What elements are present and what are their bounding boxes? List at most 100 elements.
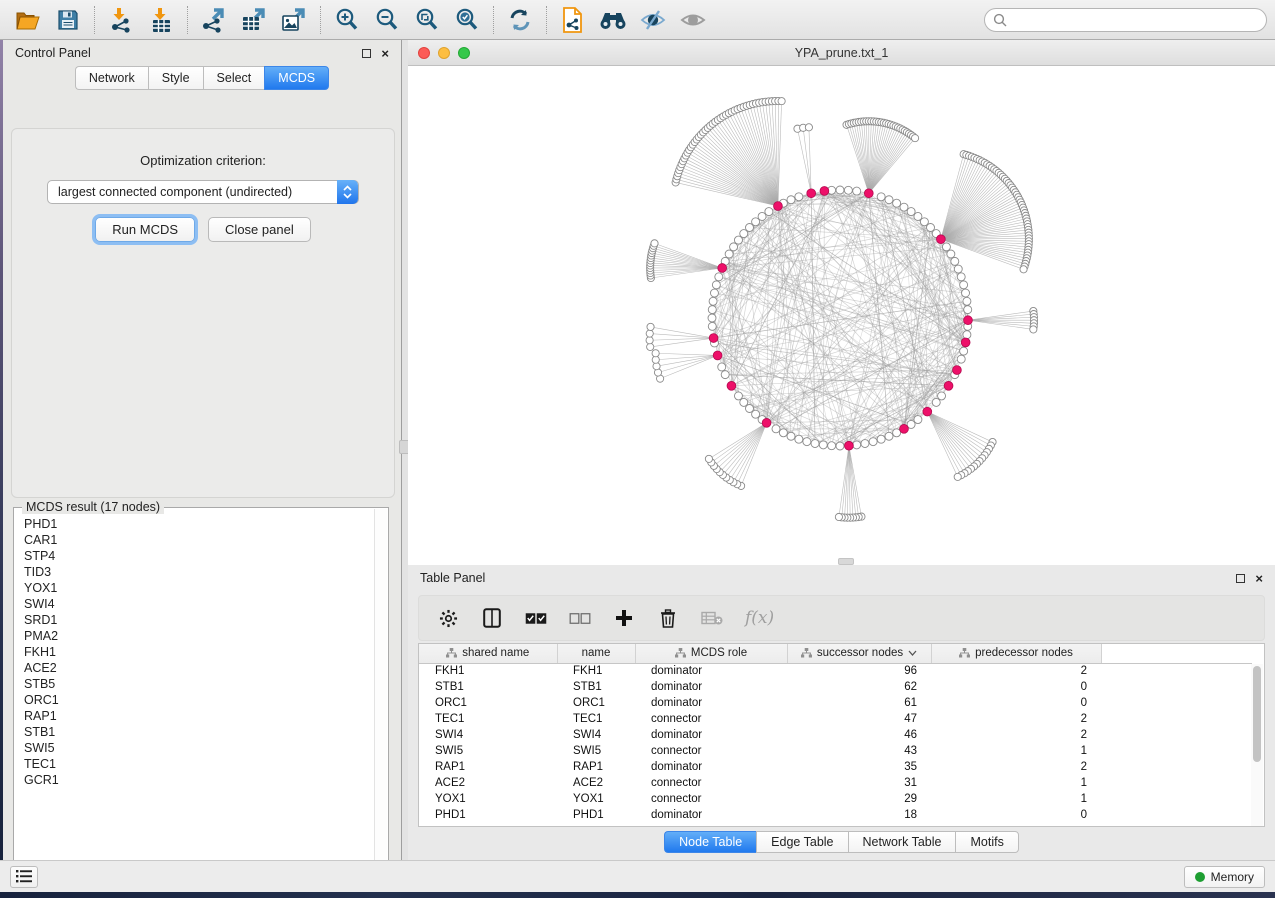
close-panel-icon[interactable]: × — [381, 49, 389, 58]
mcds-hub-node[interactable] — [953, 366, 962, 375]
network-node[interactable] — [740, 398, 748, 406]
mcds-result-item[interactable]: RAP1 — [24, 708, 374, 724]
refresh-layout-button[interactable] — [500, 3, 540, 37]
table-scrollbar[interactable] — [1251, 664, 1263, 826]
network-node[interactable] — [718, 363, 726, 371]
satellite-node[interactable] — [1020, 266, 1027, 273]
table-scrollbar-thumb[interactable] — [1253, 666, 1261, 762]
mcds-hub-node[interactable] — [961, 338, 970, 347]
mcds-result-item[interactable]: SWI5 — [24, 740, 374, 756]
network-node[interactable] — [885, 196, 893, 204]
table-row[interactable]: SWI4SWI4dominator462 — [419, 727, 1252, 743]
zoom-fit-button[interactable] — [407, 3, 447, 37]
network-search-box[interactable] — [984, 8, 1267, 32]
close-panel-button[interactable]: Close panel — [208, 217, 311, 242]
network-node[interactable] — [779, 429, 787, 437]
network-node[interactable] — [803, 438, 811, 446]
network-node[interactable] — [758, 212, 766, 220]
mcds-result-list[interactable]: PHD1CAR1STP4TID3YOX1SWI4SRD1PMA2FKH1ACE2… — [16, 516, 374, 874]
mcds-hub-node[interactable] — [709, 334, 718, 343]
satellite-node[interactable] — [705, 455, 712, 462]
network-node[interactable] — [787, 196, 795, 204]
tab-motifs[interactable]: Motifs — [955, 831, 1018, 853]
network-node[interactable] — [951, 257, 959, 265]
node-table[interactable]: shared namenameMCDS rolesuccessor nodesp… — [418, 643, 1265, 827]
search-input[interactable] — [1012, 13, 1258, 27]
add-column-icon[interactable] — [613, 607, 635, 629]
memory-button[interactable]: Memory — [1184, 866, 1265, 888]
column-header-name[interactable]: name — [557, 644, 635, 663]
network-window-titlebar[interactable]: YPA_prune.txt_1 — [408, 40, 1275, 66]
table-row[interactable]: YOX1YOX1connector291 — [419, 791, 1252, 807]
table-row[interactable]: SWI5SWI5connector431 — [419, 743, 1252, 759]
column-header-predecessor-nodes[interactable]: predecessor nodes — [931, 644, 1101, 663]
satellite-node[interactable] — [646, 337, 653, 344]
mcds-hub-node[interactable] — [923, 407, 932, 416]
network-node[interactable] — [877, 435, 885, 443]
network-node[interactable] — [963, 297, 971, 305]
zoom-out-button[interactable] — [367, 3, 407, 37]
column-header-shared-name[interactable]: shared name — [419, 644, 557, 663]
mcds-list-scrollbar[interactable] — [374, 509, 387, 879]
float-panel-icon[interactable] — [1236, 574, 1245, 583]
network-node[interactable] — [853, 187, 861, 195]
network-node[interactable] — [914, 416, 922, 424]
network-node[interactable] — [932, 398, 940, 406]
mcds-hub-node[interactable] — [864, 189, 873, 198]
open-file-button[interactable] — [8, 3, 48, 37]
network-graph[interactable] — [408, 66, 1275, 558]
network-node[interactable] — [962, 289, 970, 297]
network-node[interactable] — [954, 265, 962, 273]
float-panel-icon[interactable] — [362, 49, 371, 58]
network-node[interactable] — [710, 289, 718, 297]
network-node[interactable] — [721, 371, 729, 379]
tab-network[interactable]: Network — [75, 66, 148, 90]
network-node[interactable] — [772, 425, 780, 433]
network-node[interactable] — [709, 297, 717, 305]
table-row[interactable]: STB1STB1dominator620 — [419, 679, 1252, 695]
satellite-node[interactable] — [805, 124, 812, 131]
network-node[interactable] — [819, 441, 827, 449]
network-node[interactable] — [811, 440, 819, 448]
tab-network-table[interactable]: Network Table — [848, 831, 956, 853]
network-node[interactable] — [960, 281, 968, 289]
export-table-button[interactable] — [234, 3, 274, 37]
deselect-all-checkboxes-icon[interactable] — [569, 607, 591, 629]
mcds-result-item[interactable]: GCR1 — [24, 772, 374, 788]
network-node[interactable] — [795, 435, 803, 443]
network-node[interactable] — [708, 306, 716, 314]
mcds-hub-node[interactable] — [845, 441, 854, 450]
network-node[interactable] — [836, 186, 844, 194]
network-node[interactable] — [765, 208, 773, 216]
import-network-button[interactable] — [101, 3, 141, 37]
network-node[interactable] — [853, 441, 861, 449]
network-node[interactable] — [947, 250, 955, 258]
satellite-node[interactable] — [835, 513, 842, 520]
tab-node-table[interactable]: Node Table — [664, 831, 756, 853]
network-node[interactable] — [861, 440, 869, 448]
mcds-result-item[interactable]: STP4 — [24, 548, 374, 564]
select-all-checkboxes-icon[interactable] — [525, 607, 547, 629]
mcds-hub-node[interactable] — [718, 264, 727, 273]
satellite-node[interactable] — [911, 135, 918, 142]
network-node[interactable] — [712, 281, 720, 289]
network-node[interactable] — [907, 208, 915, 216]
network-canvas[interactable] — [408, 66, 1275, 558]
mcds-hub-node[interactable] — [820, 187, 829, 196]
mcds-result-item[interactable]: ACE2 — [24, 660, 374, 676]
mcds-result-item[interactable]: YOX1 — [24, 580, 374, 596]
network-node[interactable] — [964, 306, 972, 314]
mcds-hub-node[interactable] — [762, 418, 771, 427]
network-node[interactable] — [844, 186, 852, 194]
column-header-MCDS-role[interactable]: MCDS role — [635, 644, 787, 663]
network-node[interactable] — [869, 438, 877, 446]
export-image-button[interactable] — [274, 3, 314, 37]
network-node[interactable] — [795, 193, 803, 201]
network-node[interactable] — [734, 236, 742, 244]
satellite-node[interactable] — [954, 473, 961, 480]
mcds-hub-node[interactable] — [900, 424, 909, 433]
mcds-result-item[interactable]: FKH1 — [24, 644, 374, 660]
network-node[interactable] — [715, 273, 723, 281]
mcds-result-item[interactable]: ORC1 — [24, 692, 374, 708]
mcds-hub-node[interactable] — [727, 381, 736, 390]
